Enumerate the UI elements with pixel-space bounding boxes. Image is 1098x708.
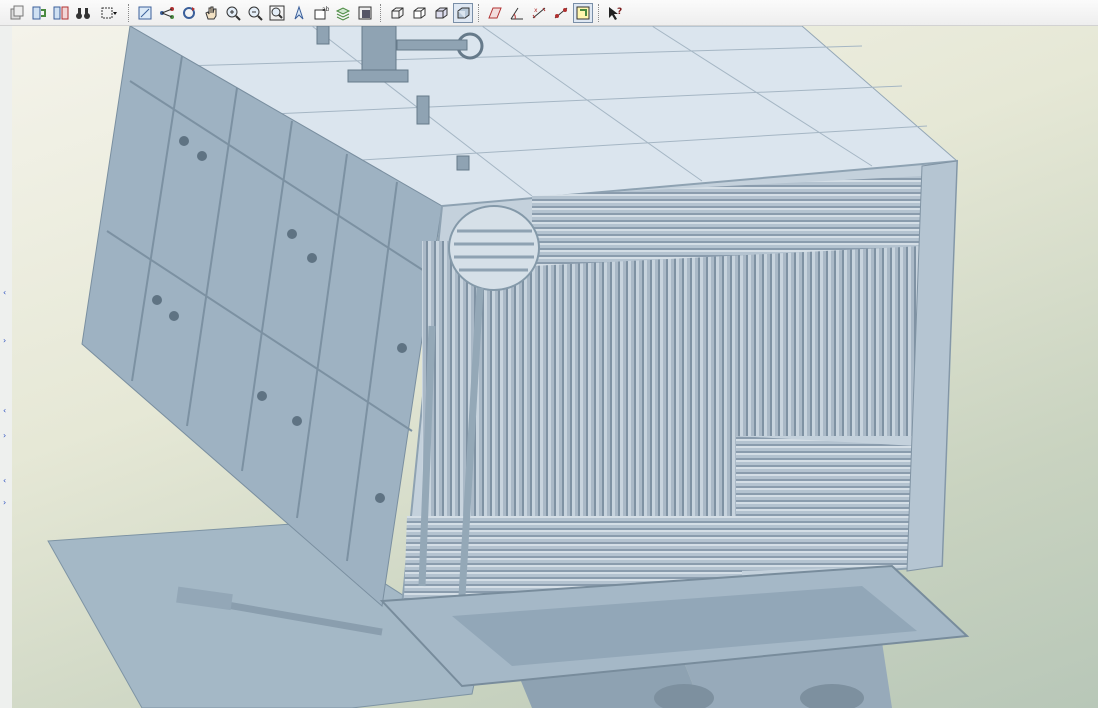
- pan-hand-icon: [205, 6, 217, 19]
- toolbar-separator: [478, 3, 480, 22]
- section-plane-icon: [488, 7, 502, 18]
- main-toolbar: ab x?: [0, 0, 1098, 26]
- panel-toggle-arrow[interactable]: ›: [3, 336, 6, 345]
- select-box-dropdown-button[interactable]: [95, 3, 123, 23]
- select-box-dropdown-icon: [101, 7, 117, 18]
- whats-this-help-icon: ?: [609, 6, 622, 20]
- wireframe-button[interactable]: [387, 3, 407, 23]
- shaded-icon: [457, 7, 470, 18]
- lower-floor-tubes: [736, 436, 917, 571]
- hidden-line-button[interactable]: [409, 3, 429, 23]
- sync-icon: [32, 6, 46, 19]
- shaded-edges-button[interactable]: [431, 3, 451, 23]
- panel-toggle-arrow[interactable]: ‹: [3, 476, 6, 485]
- svg-text:ab: ab: [322, 6, 329, 13]
- render-settings-button[interactable]: [355, 3, 375, 23]
- named-view-button[interactable]: ab: [311, 3, 331, 23]
- measure-angle-icon: [510, 7, 523, 19]
- copy-icon: [10, 5, 24, 19]
- view-frame-button[interactable]: [135, 3, 155, 23]
- svg-text:?: ?: [617, 7, 622, 17]
- pan-hand-button[interactable]: [201, 3, 221, 23]
- toolbar-separator: [380, 3, 382, 22]
- toolbar-separator: [128, 3, 130, 22]
- zoom-in-icon: [226, 6, 241, 21]
- measure-angle-button[interactable]: [507, 3, 527, 23]
- zoom-fit-icon: [269, 5, 285, 20]
- section-plane-button[interactable]: [485, 3, 505, 23]
- connect-button[interactable]: [157, 3, 177, 23]
- connect-icon: [160, 6, 174, 19]
- steam-drum-end: [448, 205, 540, 291]
- wireframe-icon: [391, 7, 404, 18]
- hidden-line-icon: [413, 7, 426, 18]
- binoculars-button[interactable]: [73, 3, 93, 23]
- shaded-button[interactable]: [453, 2, 473, 23]
- compare-button[interactable]: [51, 3, 71, 23]
- panel-toggle-arrow[interactable]: ›: [3, 431, 6, 440]
- rotate-button[interactable]: [179, 3, 199, 23]
- panel-toggle-arrow[interactable]: ‹: [3, 288, 6, 297]
- measure-distance-icon: x: [532, 7, 546, 18]
- binoculars-icon: [76, 7, 90, 19]
- whats-this-help-button[interactable]: ?: [605, 3, 625, 23]
- zoom-fit-button[interactable]: [267, 3, 287, 23]
- fly-through-icon: [294, 4, 304, 19]
- rotate-icon: [183, 6, 195, 19]
- compare-icon: [53, 6, 69, 19]
- measure-points-icon: [554, 7, 568, 18]
- zoom-out-button[interactable]: [245, 3, 265, 23]
- measure-points-button[interactable]: [551, 3, 571, 23]
- clipping-box-button[interactable]: [573, 2, 593, 23]
- panel-toggle-arrow[interactable]: ›: [3, 498, 6, 507]
- layers-icon: [335, 6, 351, 21]
- svg-text:x: x: [534, 7, 538, 14]
- boiler-model-render: [47, 26, 970, 708]
- zoom-in-button[interactable]: [223, 3, 243, 23]
- shaded-edges-icon: [435, 7, 448, 18]
- copy-button[interactable]: [7, 3, 27, 23]
- sync-button[interactable]: [29, 3, 49, 23]
- fly-through-button[interactable]: [289, 3, 309, 23]
- named-view-icon: ab: [314, 6, 329, 19]
- toolbar-separator: [598, 3, 600, 22]
- 3d-viewport[interactable]: [12, 26, 1098, 708]
- clipping-box-icon: [576, 6, 590, 19]
- tube-bank-right: [742, 226, 922, 436]
- measure-distance-button[interactable]: x: [529, 3, 549, 23]
- layers-button[interactable]: [333, 3, 353, 23]
- panel-toggle-arrow[interactable]: ‹: [3, 406, 6, 415]
- zoom-out-icon: [248, 6, 263, 21]
- view-frame-icon: [138, 6, 152, 19]
- render-settings-icon: [358, 6, 372, 19]
